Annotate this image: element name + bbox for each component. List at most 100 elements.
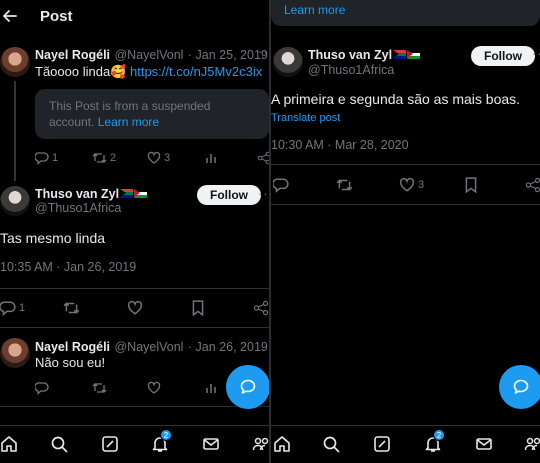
post-timestamp[interactable]: 10:35 AM · Jan 26, 2019 [0, 260, 136, 274]
heart-icon [147, 381, 161, 394]
messages-icon[interactable] [202, 435, 220, 458]
bottom-nav: 2 [271, 425, 540, 463]
author-handle[interactable]: @NayelVonl [114, 340, 183, 354]
bookmark-button[interactable] [464, 177, 478, 193]
share-icon [253, 300, 269, 316]
more-icon[interactable]: ··· [258, 186, 269, 201]
grok-icon[interactable] [101, 435, 119, 458]
right-panel: Learn more Thuso van Zyl @Thuso1Africa F… [271, 0, 540, 463]
avatar[interactable] [273, 47, 303, 77]
translate-post-link[interactable]: Translate post [271, 112, 340, 124]
author-name[interactable]: Nayel Rogéli [35, 340, 110, 354]
separator [0, 288, 269, 289]
heart-icon [399, 177, 415, 192]
share-button[interactable] [525, 177, 540, 193]
home-icon[interactable] [273, 435, 291, 458]
post-author-line: Nayel Rogéli @NayelVonl · Jan 25, 2019 [35, 46, 268, 64]
repost-icon [92, 153, 107, 163]
separator [271, 204, 540, 205]
bookmark-icon [465, 177, 477, 193]
learn-more-link[interactable]: Learn more [284, 3, 345, 17]
reply-icon [273, 178, 289, 193]
post-author-line: Thuso van Zyl [308, 46, 421, 64]
avatar[interactable] [0, 186, 30, 216]
suspended-text: This Post is from a suspended [49, 99, 211, 113]
post-date[interactable]: · Jan 25, 2019 [188, 48, 268, 62]
avatar[interactable] [0, 338, 30, 368]
separator [0, 327, 269, 328]
like-count: 3 [164, 152, 171, 164]
views-icon [206, 154, 216, 163]
compose-message-button[interactable] [499, 365, 540, 409]
share-button[interactable] [257, 151, 269, 165]
repost-button[interactable] [92, 381, 107, 395]
more-icon[interactable]: ··· [532, 46, 540, 61]
author-name[interactable]: Thuso van Zyl [308, 48, 392, 62]
share-button[interactable] [253, 300, 269, 316]
follow-button[interactable]: Follow [197, 185, 261, 205]
south-africa-flag-icon [393, 50, 407, 60]
repost-count: 2 [110, 152, 117, 164]
reply-icon [35, 152, 49, 165]
author-handle[interactable]: @Thuso1Africa [308, 63, 394, 77]
suspended-quote-card[interactable]: This Post is from a suspended account. L… [35, 89, 269, 139]
bookmark-button[interactable] [191, 300, 205, 316]
notification-badge: 2 [433, 429, 445, 441]
reply-button[interactable]: 1 [35, 151, 58, 165]
follow-button[interactable]: Follow [471, 46, 535, 66]
reply-button[interactable] [273, 177, 289, 193]
page-title: Post [40, 8, 73, 25]
share-icon [257, 151, 269, 165]
south-africa-flag-icon [120, 189, 134, 199]
suspended-text-2: account. [49, 115, 95, 129]
search-icon[interactable] [322, 435, 340, 458]
post-text: Não sou eu! [35, 355, 106, 370]
repost-button[interactable]: 2 [92, 151, 116, 165]
like-button[interactable]: 3 [399, 177, 424, 193]
palestine-flag-icon [134, 189, 148, 199]
post-author-line: Nayel Rogéli @NayelVonl · Jan 26, 2019 [35, 338, 268, 356]
compose-message-button[interactable] [226, 365, 269, 409]
post-timestamp[interactable]: 10:30 AM · Mar 28, 2020 [271, 138, 409, 152]
repost-icon [63, 302, 80, 314]
views-button[interactable] [204, 151, 218, 165]
communities-icon[interactable] [252, 435, 269, 458]
messages-icon[interactable] [475, 435, 493, 458]
post-text: A primeira e segunda são as mais boas. [271, 91, 521, 107]
separator [0, 406, 269, 407]
author-name[interactable]: Nayel Rogéli [35, 48, 110, 62]
like-button[interactable] [127, 300, 143, 316]
share-icon [525, 177, 540, 193]
bottom-nav: 2 [0, 425, 269, 463]
like-button[interactable] [147, 381, 161, 395]
left-panel: Post Nayel Rogéli @NayelVonl · Jan 25, 2… [0, 0, 269, 463]
more-icon[interactable]: ··· [258, 44, 269, 59]
reply-button[interactable]: 1 [0, 300, 25, 316]
search-icon[interactable] [50, 435, 68, 458]
communities-icon[interactable] [524, 435, 540, 458]
author-handle[interactable]: @Thuso1Africa [35, 201, 121, 215]
reply-icon [35, 382, 49, 395]
like-button[interactable]: 3 [147, 151, 170, 165]
back-arrow-icon[interactable] [0, 6, 20, 26]
post-date[interactable]: · Jan 26, 2019 [188, 340, 268, 354]
repost-icon [92, 383, 107, 393]
heart-icon [127, 300, 143, 315]
repost-button[interactable] [63, 300, 80, 316]
repost-button[interactable] [336, 177, 353, 193]
grok-icon[interactable] [373, 435, 391, 458]
repost-icon [336, 179, 353, 191]
home-icon[interactable] [0, 435, 18, 458]
avatar[interactable] [0, 47, 30, 77]
views-button[interactable] [204, 381, 218, 395]
learn-more-link[interactable]: Learn more [98, 115, 159, 129]
post-link[interactable]: https://t.co/nJ5Mv2c3ix [130, 64, 262, 79]
reply-icon [0, 301, 16, 316]
post-text: Tas mesmo linda [0, 230, 106, 246]
reply-button[interactable] [35, 381, 49, 395]
author-name[interactable]: Thuso van Zyl [35, 187, 119, 201]
author-handle[interactable]: @NayelVonl [114, 48, 183, 62]
like-count: 3 [418, 179, 425, 191]
separator [271, 164, 540, 165]
notification-badge: 2 [160, 429, 172, 441]
